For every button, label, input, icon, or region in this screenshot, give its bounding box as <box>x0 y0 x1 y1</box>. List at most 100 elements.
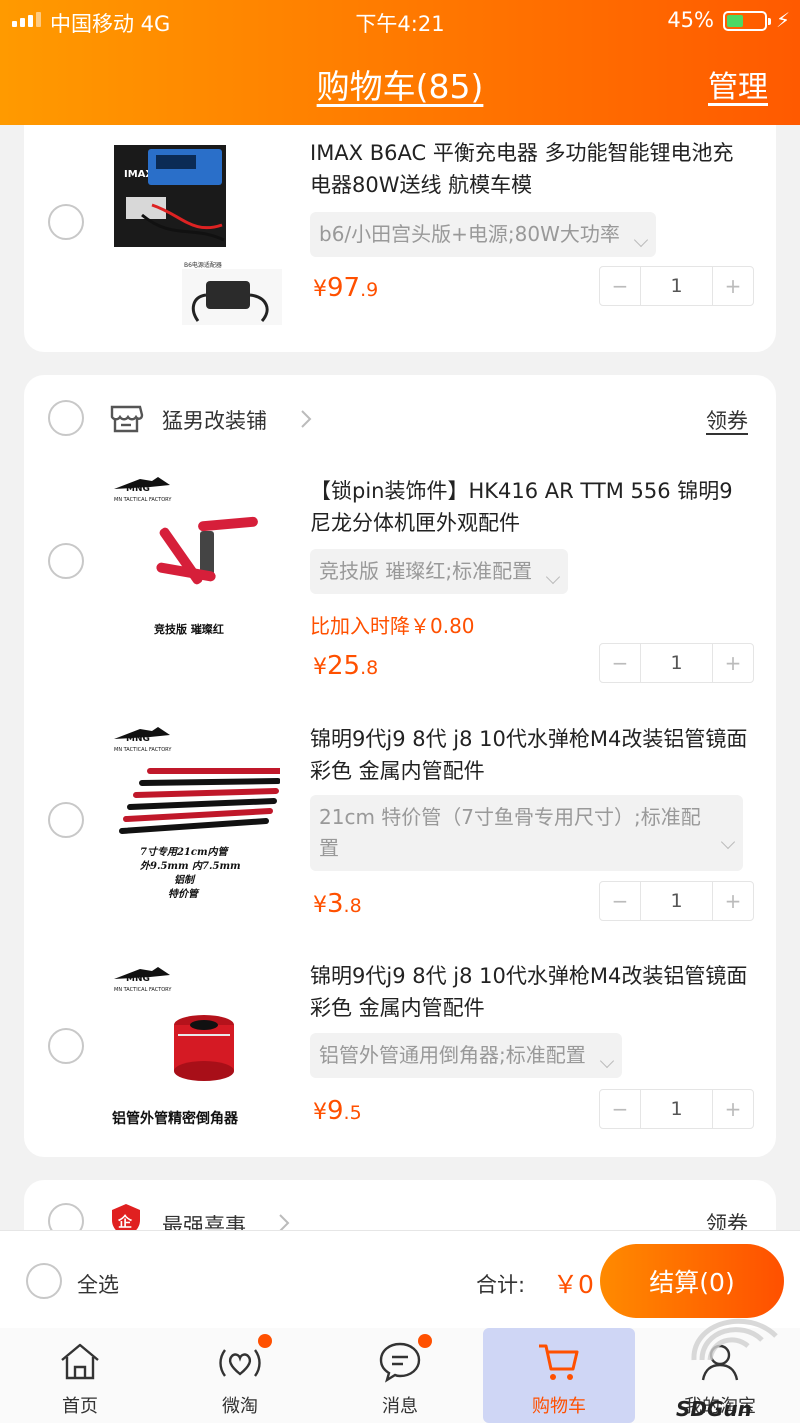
cart-list[interactable]: IMAX B6电源适配器 IMAX B6AC 平衡充电器 多功能智能锂电池充电器… <box>0 125 800 1230</box>
thumb-caption: B6电源适配器 <box>184 261 222 269</box>
chevron-down-icon <box>720 834 736 850</box>
charger-image: IMAX B6电源适配器 <box>114 145 282 325</box>
coupon-link[interactable]: 领券 <box>706 405 748 435</box>
shop-checkbox[interactable] <box>48 1203 84 1230</box>
notification-dot <box>418 1334 432 1348</box>
home-icon <box>61 1343 99 1380</box>
price-symbol: ¥ <box>313 893 327 918</box>
product-price: ¥25.8 <box>313 651 378 681</box>
tab-messages[interactable]: 消息 <box>320 1328 480 1423</box>
decrease-button[interactable]: − <box>600 1090 640 1128</box>
sku-text: 铝管外管通用倒角器;标准配置 <box>319 1043 586 1067</box>
watermark-text: SDGun <box>676 1397 752 1420</box>
price-symbol: ¥ <box>313 1100 327 1125</box>
shop-name[interactable]: 猛男改装铺 <box>162 405 267 435</box>
svg-text:MNG: MNG <box>126 974 150 984</box>
chevron-down-icon <box>546 569 561 585</box>
thumb-caption: 铝管外管精密倒角器 <box>112 1110 239 1127</box>
total-amount: ￥0 <box>553 1270 594 1299</box>
decrease-button[interactable]: − <box>600 644 640 682</box>
item-checkbox[interactable] <box>48 1028 84 1064</box>
price-integer: 3 <box>327 889 344 919</box>
brand-label: MN TACTICAL FACTORY <box>114 747 172 753</box>
store-badge-icon: 企 <box>112 1204 140 1230</box>
brand-label: MN TACTICAL FACTORY <box>114 987 172 993</box>
thumb-caption-line-1: 7寸专用21cm内管 <box>140 846 230 858</box>
shop-checkbox[interactable] <box>48 400 84 436</box>
sku-selector[interactable]: b6/小田宫头版+电源;80W大功率 <box>310 212 656 257</box>
increase-button[interactable]: + <box>713 1090 753 1128</box>
price-decimal: .8 <box>360 657 379 679</box>
increase-button[interactable]: + <box>713 644 753 682</box>
product-title[interactable]: IMAX B6AC 平衡充电器 多功能智能锂电池充电器80W送线 航模车模 <box>310 137 750 201</box>
tab-label: 消息 <box>382 1396 418 1417</box>
quantity-value[interactable]: 1 <box>640 267 713 305</box>
quantity-value[interactable]: 1 <box>640 882 713 920</box>
lock-pin-image: MNG MN TACTICAL FACTORY 竞技版 璀璨红 <box>114 477 258 636</box>
sku-selector[interactable]: 竞技版 璀璨红;标准配置 <box>310 549 569 594</box>
tab-label: 微淘 <box>222 1396 258 1417</box>
tab-home[interactable]: 首页 <box>0 1328 160 1423</box>
thumb-caption-line-2: 外9.5mm 内7.5mm <box>139 860 241 872</box>
product-price: ¥3.8 <box>313 889 362 919</box>
sku-text: 21cm 特价管（7寸鱼骨专用尺寸）;标准配置 <box>319 805 701 860</box>
tab-label: 首页 <box>62 1396 98 1417</box>
chevron-right-icon <box>301 410 312 428</box>
sku-selector[interactable]: 铝管外管通用倒角器;标准配置 <box>310 1033 622 1078</box>
product-image[interactable]: MNG MN TACTICAL FACTORY 7寸专用21cm内管 外9.5m… <box>110 721 283 911</box>
charging-icon: ⚡ <box>775 8 790 32</box>
price-decimal: .9 <box>360 279 379 301</box>
item-checkbox[interactable] <box>48 802 84 838</box>
price-symbol: ¥ <box>313 655 327 680</box>
coupon-link[interactable]: 领券 <box>706 1208 748 1230</box>
tab-weitao[interactable]: 微淘 <box>160 1328 320 1423</box>
svg-text:MNG: MNG <box>126 484 150 494</box>
tab-label: 购物车 <box>532 1396 586 1417</box>
tab-cart[interactable]: 购物车 <box>483 1328 635 1423</box>
decrease-button[interactable]: − <box>600 882 640 920</box>
battery-percent: 45% <box>667 8 714 32</box>
increase-button[interactable]: + <box>713 267 753 305</box>
quantity-stepper: − 1 + <box>599 881 754 921</box>
product-image[interactable]: MNG MN TACTICAL FACTORY 竞技版 璀璨红 <box>110 471 280 651</box>
thumb-caption-line-3: 铝制 <box>174 874 196 886</box>
product-title[interactable]: 锦明9代j9 8代 j8 10代水弹枪M4改装铝管镜面彩色 金属内管配件 <box>310 960 750 1024</box>
cart-icon <box>539 1344 579 1380</box>
weitao-icon <box>219 1349 261 1377</box>
shop-card: 猛男改装铺 领券 MNG MN TACTICAL FACTORY 竞技版 璀璨红… <box>24 375 776 1157</box>
price-drop-note: 比加入时降￥0.80 <box>310 614 475 638</box>
quantity-stepper: − 1 + <box>599 643 754 683</box>
sku-text: 竞技版 璀璨红;标准配置 <box>319 559 533 583</box>
chevron-down-icon <box>633 232 648 248</box>
increase-button[interactable]: + <box>713 882 753 920</box>
item-checkbox[interactable] <box>48 204 84 240</box>
select-all-checkbox[interactable] <box>26 1263 62 1299</box>
app-header: 中国移动 4G 下午4:21 45% ⚡ 购物车(85) 管理 <box>0 0 800 125</box>
decrease-button[interactable]: − <box>600 267 640 305</box>
watermark-logo: SDGun <box>676 1318 778 1420</box>
shop-name[interactable]: 最强喜事 <box>162 1210 246 1230</box>
chevron-down-icon <box>599 1053 614 1069</box>
thumb-caption: 竞技版 璀璨红 <box>154 622 224 636</box>
quantity-stepper: − 1 + <box>599 266 754 306</box>
product-image[interactable]: IMAX B6电源适配器 <box>112 145 282 325</box>
product-image[interactable]: MNG MN TACTICAL FACTORY 铝管外管精密倒角器 <box>110 961 280 1141</box>
shop-icon <box>110 405 144 433</box>
manage-button[interactable]: 管理 <box>708 62 768 106</box>
price-integer: 97 <box>327 273 361 303</box>
quantity-value[interactable]: 1 <box>640 1090 713 1128</box>
chamfer-tool-image: MNG MN TACTICAL FACTORY 铝管外管精密倒角器 <box>112 967 239 1127</box>
chevron-right-icon <box>279 1214 290 1230</box>
quantity-stepper: − 1 + <box>599 1089 754 1129</box>
item-checkbox[interactable] <box>48 543 84 579</box>
product-title[interactable]: 【锁pin装饰件】HK416 AR TTM 556 锦明9 尼龙分体机匣外观配件 <box>310 475 750 539</box>
product-title[interactable]: 锦明9代j9 8代 j8 10代水弹枪M4改装铝管镜面彩色 金属内管配件 <box>310 723 750 787</box>
total-label: 合计: <box>476 1273 526 1297</box>
product-price: ¥9.5 <box>313 1096 362 1126</box>
sku-selector[interactable]: 21cm 特价管（7寸鱼骨专用尺寸）;标准配置 <box>310 795 743 871</box>
quantity-value[interactable]: 1 <box>640 644 713 682</box>
price-symbol: ¥ <box>313 277 327 302</box>
select-all-label[interactable]: 全选 <box>77 1269 119 1299</box>
price-decimal: .8 <box>343 895 362 917</box>
price-integer: 25 <box>327 651 361 681</box>
